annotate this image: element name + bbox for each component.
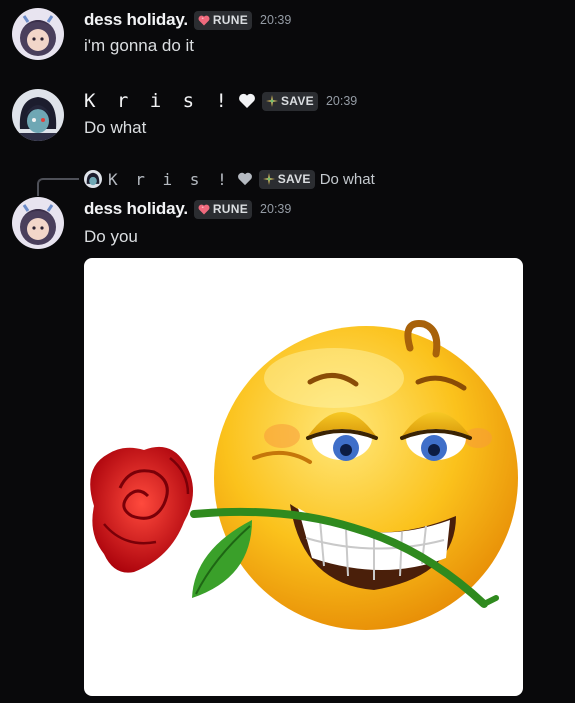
guild-tag-label: RUNE: [212, 202, 249, 216]
message-header: dess holiday. RUNE 20:39: [84, 199, 291, 219]
timestamp[interactable]: 20:39: [326, 94, 357, 108]
guild-tag-label: SAVE: [280, 94, 314, 108]
guild-tag-label: RUNE: [212, 13, 249, 27]
timestamp[interactable]: 20:39: [260, 13, 291, 27]
username[interactable]: dess holiday.: [84, 10, 188, 30]
avatar[interactable]: [12, 8, 64, 60]
save-star-icon: [265, 95, 278, 107]
avatar[interactable]: [12, 89, 64, 141]
message-header: K r i s ! SAVE 20:39: [84, 90, 357, 112]
reply-guild-tag: SAVE: [258, 169, 315, 189]
message-text: i'm gonna do it: [84, 36, 195, 55]
guild-tag[interactable]: RUNE: [193, 199, 253, 219]
guild-tag-label: SAVE: [277, 172, 311, 186]
smirking-emoji-with-rose-image: [90, 320, 518, 630]
reply-avatar: [84, 170, 102, 188]
message-text: Do what: [84, 118, 147, 137]
image-attachment[interactable]: [84, 258, 523, 696]
heart-icon: [198, 204, 210, 214]
guild-tag[interactable]: SAVE: [261, 91, 318, 111]
reply-username[interactable]: K r i s !: [108, 170, 231, 189]
heart-icon: [198, 15, 210, 25]
message-text: Do you: [84, 227, 138, 246]
avatar[interactable]: [12, 197, 64, 249]
white-heart-icon: [238, 93, 256, 109]
guild-tag[interactable]: RUNE: [193, 10, 253, 30]
timestamp[interactable]: 20:39: [260, 202, 291, 216]
username[interactable]: K r i s !: [84, 90, 232, 112]
message-header: dess holiday. RUNE 20:39: [84, 10, 291, 30]
reply-connector: [37, 178, 79, 196]
reply-text: Do what: [319, 170, 375, 188]
white-heart-icon: [237, 172, 253, 186]
reply-preview[interactable]: K r i s ! SAVE Do what: [84, 168, 375, 190]
username[interactable]: dess holiday.: [84, 199, 188, 219]
save-star-icon: [262, 173, 275, 185]
